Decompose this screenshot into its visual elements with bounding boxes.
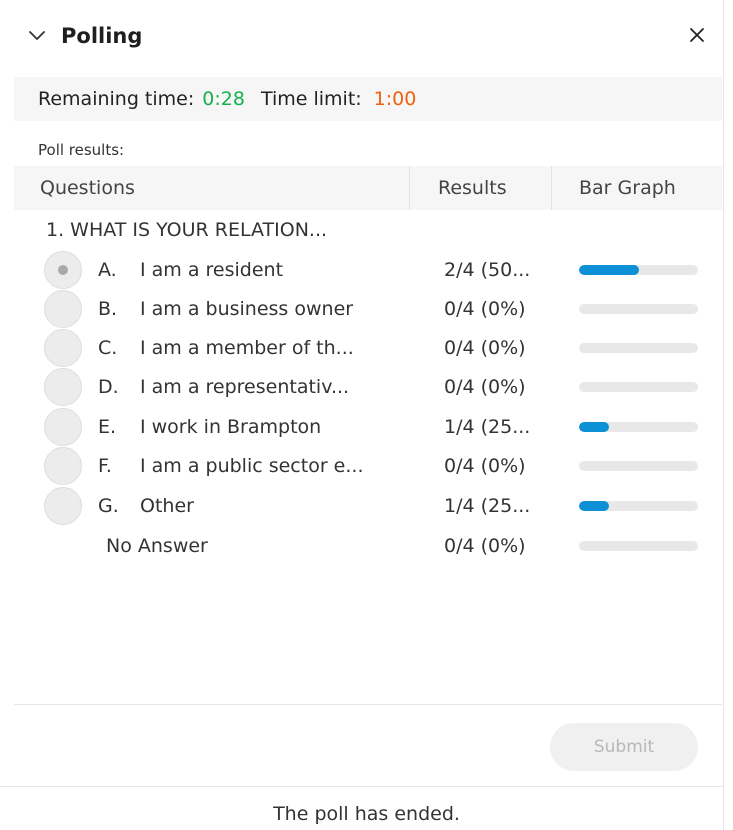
close-icon[interactable] [686,24,708,46]
option-row-g: G. Other 1/4 (25... [0,486,723,526]
time-limit-label: Time limit: [260,88,362,110]
option-row-b: B. I am a business owner 0/4 (0%) [0,289,723,329]
polling-header: Polling [0,0,723,74]
option-row-e: E. I work in Brampton 1/4 (25... [0,407,723,447]
option-label: I am a member of th... [140,337,354,359]
option-label: I am a business owner [140,298,354,320]
option-label: I work in Brampton [140,416,322,438]
option-letter: D. [98,376,119,398]
remaining-time-label: Remaining time: [38,88,195,110]
option-result: 1/4 (25... [444,416,531,438]
option-label: I am a public sector e... [140,455,364,477]
no-answer-row: No Answer 0/4 (0%) [0,526,723,566]
result-bar-track [579,422,698,432]
option-letter: B. [98,298,118,320]
option-radio[interactable] [44,251,82,289]
result-bar-track [579,501,698,511]
column-header-results: Results [438,177,507,199]
option-label: I am a resident [140,259,284,281]
column-header-questions: Questions [40,177,135,199]
column-header-bar-graph: Bar Graph [579,177,676,199]
result-bar-fill [579,501,609,511]
result-bar-fill [579,422,609,432]
option-result: 0/4 (0%) [444,298,526,320]
no-answer-result: 0/4 (0%) [444,535,526,557]
time-limit-value: 1:00 [373,88,417,110]
remaining-time-value: 0:28 [202,88,245,110]
polling-panel: Polling Remaining time: 0:28 Time limit: 1:… [0,0,733,830]
column-divider [551,166,552,210]
result-bar-fill [579,265,639,275]
panel-right-border [723,0,724,830]
option-radio[interactable] [44,368,82,406]
result-bar-track [579,461,698,471]
question-text: 1. WHAT IS YOUR RELATION... [46,219,328,241]
option-result: 2/4 (50... [444,259,531,281]
result-bar-track [579,382,698,392]
panel-title: Polling [61,24,143,48]
result-bar-track [579,541,698,551]
option-row-d: D. I am a representativ... 0/4 (0%) [0,367,723,407]
option-row-f: F. I am a public sector e... 0/4 (0%) [0,446,723,486]
poll-status-text: The poll has ended. [273,803,460,825]
option-radio[interactable] [44,408,82,446]
option-radio[interactable] [44,447,82,485]
no-answer-label: No Answer [106,535,208,557]
option-label: Other [140,495,194,517]
option-result: 0/4 (0%) [444,337,526,359]
time-info-bar: Remaining time: 0:28 Time limit: 1:00 [14,77,722,121]
status-divider [0,786,723,787]
option-radio[interactable] [44,329,82,367]
chevron-down-icon[interactable] [26,24,48,46]
option-letter: F. [98,455,112,477]
footer-divider [14,704,722,705]
submit-button[interactable]: Submit [550,723,698,771]
option-letter: E. [98,416,117,438]
option-result: 0/4 (0%) [444,376,526,398]
result-bar-track [579,343,698,353]
option-result: 0/4 (0%) [444,455,526,477]
result-bar-track [579,304,698,314]
column-divider [409,166,410,210]
option-radio[interactable] [44,487,82,525]
option-label: I am a representativ... [140,376,350,398]
option-letter: G. [98,495,119,517]
option-letter: C. [98,337,118,359]
result-bar-track [579,265,698,275]
poll-results-label: Poll results: [38,141,125,159]
option-result: 1/4 (25... [444,495,531,517]
option-letter: A. [98,259,117,281]
results-table-header: Questions Results Bar Graph [14,166,722,210]
option-row-c: C. I am a member of th... 0/4 (0%) [0,328,723,368]
option-radio[interactable] [44,290,82,328]
option-row-a: A. I am a resident 2/4 (50... [0,250,723,290]
